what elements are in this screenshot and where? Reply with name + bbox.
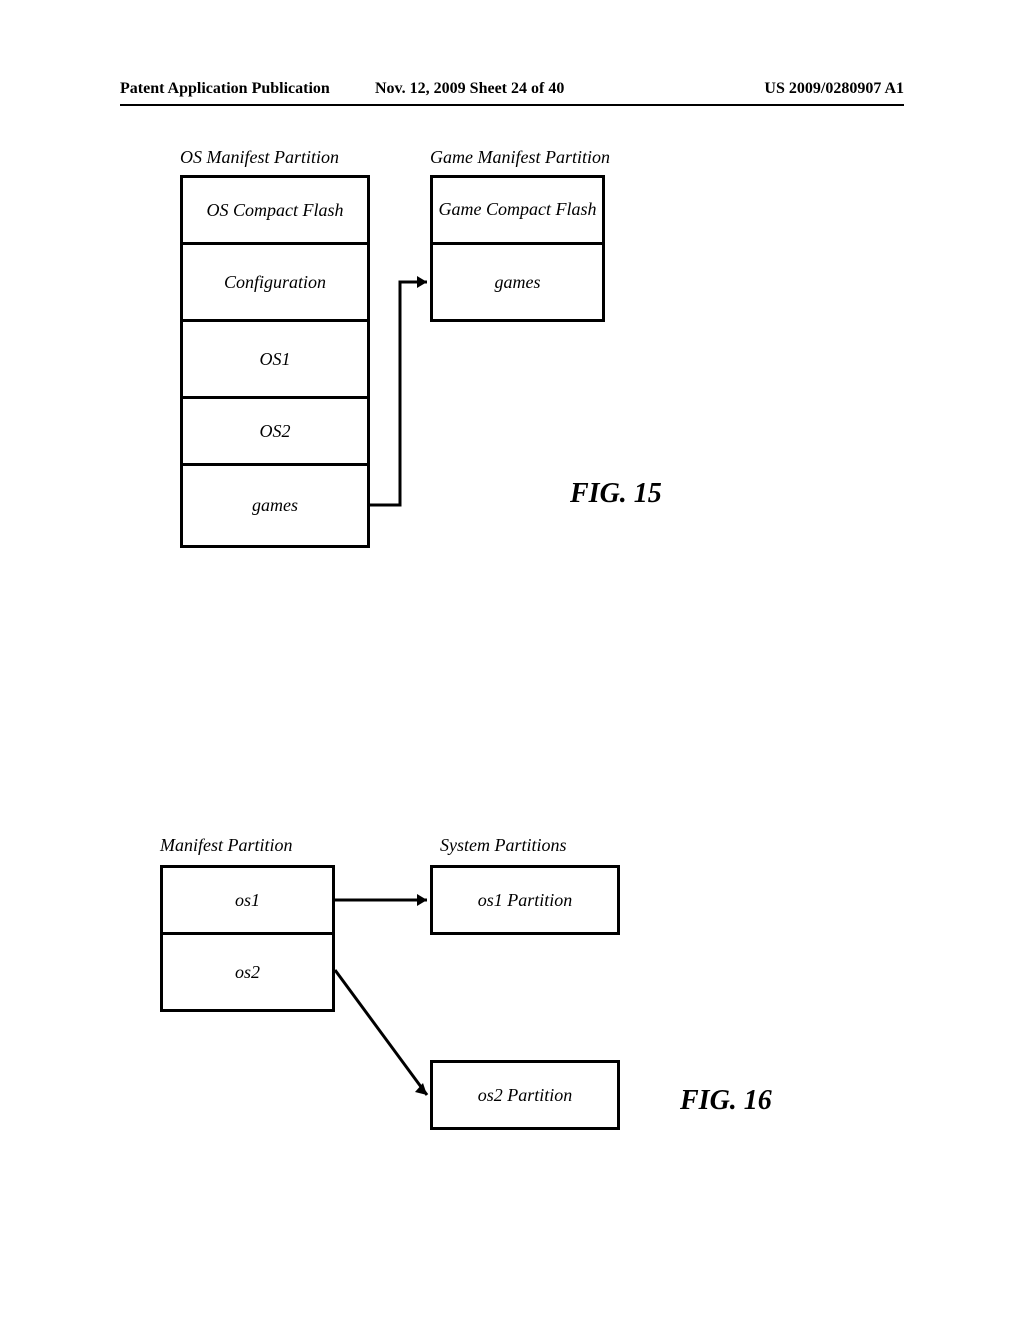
fig16-label: FIG. 16	[680, 1085, 772, 1117]
fig16-arrow-os2	[0, 0, 1024, 1320]
